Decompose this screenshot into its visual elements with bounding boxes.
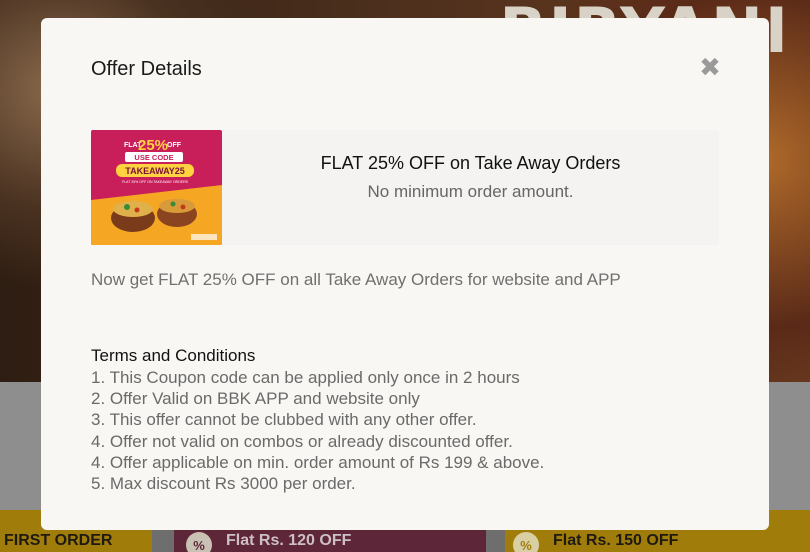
- banner-percent-text: 25%: [138, 137, 168, 154]
- offer-card: FLAT 25% OFF USE CODE TAKEAWAY25 FLAT 25…: [91, 130, 719, 245]
- coupon-label: Flat Rs. 150 OFF: [553, 532, 679, 549]
- banner-off-text: OFF: [167, 142, 182, 149]
- coupon-label: Flat Rs. 120 OFF: [226, 532, 352, 549]
- terms-item: 4. Offer applicable on min. order amount…: [91, 452, 545, 472]
- offer-banner-image: FLAT 25% OFF USE CODE TAKEAWAY25 FLAT 25…: [91, 130, 222, 245]
- modal-title: Offer Details: [91, 58, 202, 80]
- offer-subheading: No minimum order amount.: [367, 182, 574, 201]
- terms-item: 5. Max discount Rs 3000 per order.: [91, 474, 356, 494]
- offer-details-modal: Offer Details ✖ FLAT 25% OFF USE CODE TA…: [41, 18, 769, 530]
- close-icon[interactable]: ✖: [698, 54, 722, 80]
- banner-small-text: FLAT 25% OFF ON TAKEAWAY ORDERS: [122, 180, 189, 184]
- coupon-label: FIRST ORDER: [4, 532, 113, 549]
- terms-item: 2. Offer Valid on BBK APP and website on…: [91, 389, 420, 409]
- offer-heading: FLAT 25% OFF on Take Away Orders: [320, 153, 621, 173]
- offer-description: Now get FLAT 25% OFF on all Take Away Or…: [91, 270, 621, 289]
- terms-item: 4. Offer not valid on combos or already …: [91, 431, 513, 451]
- terms-item: 1. This Coupon code can be applied only …: [91, 368, 520, 387]
- terms-list: 1. This Coupon code can be applied only …: [91, 367, 544, 494]
- percent-icon: %: [513, 532, 539, 552]
- terms-item: 3. This offer cannot be clubbed with any…: [91, 410, 477, 430]
- terms-title: Terms and Conditions: [91, 346, 256, 365]
- banner-code-text: TAKEAWAY25: [125, 166, 185, 176]
- banner-use-code-text: USE CODE: [134, 153, 173, 162]
- percent-icon: %: [186, 532, 212, 552]
